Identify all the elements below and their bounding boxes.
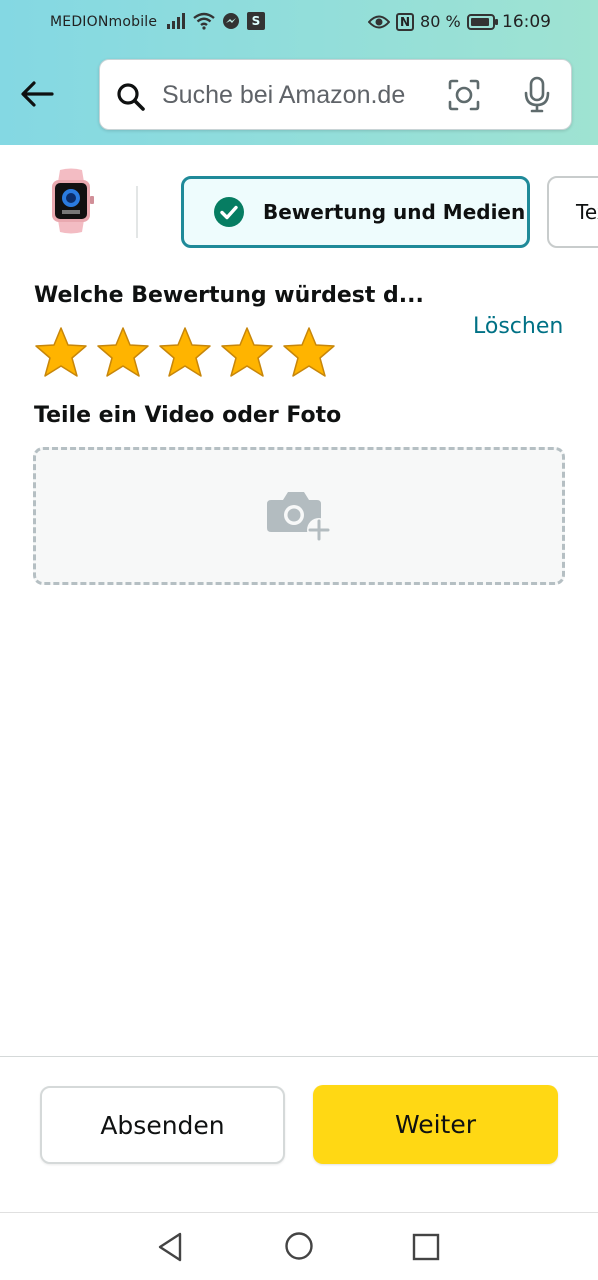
search-icon <box>117 83 145 111</box>
add-photo-icon <box>267 492 331 542</box>
back-arrow-icon <box>21 81 54 107</box>
search-input[interactable] <box>162 78 432 112</box>
smartwatch-image <box>52 168 94 234</box>
step-rating-media-label: Bewertung und Medien <box>263 200 526 224</box>
battery-icon <box>466 13 498 30</box>
bottom-divider <box>0 1056 598 1057</box>
steps-divider <box>136 186 138 238</box>
star-icon[interactable] <box>33 325 89 381</box>
camera-icon[interactable] <box>447 78 481 112</box>
next-button[interactable]: Weiter <box>313 1085 558 1164</box>
clear-rating-link[interactable]: Löschen <box>473 314 563 339</box>
media-section-title: Teile ein Video oder Foto <box>34 403 342 428</box>
back-button[interactable] <box>18 78 56 110</box>
clock: 16:09 <box>502 12 551 32</box>
submit-button[interactable]: Absenden <box>40 1086 285 1164</box>
battery-percent: 80 % <box>420 12 461 31</box>
nfc-icon: N <box>396 12 415 31</box>
star-icon[interactable] <box>95 325 151 381</box>
search-bar[interactable] <box>99 59 572 130</box>
rating-question: Welche Bewertung würdest d... <box>34 283 424 308</box>
wifi-icon <box>193 12 215 30</box>
nav-recent-icon[interactable] <box>412 1233 440 1261</box>
s-app-icon: S <box>247 12 265 30</box>
eye-icon <box>368 15 390 28</box>
signal-icon <box>167 13 185 29</box>
nav-home-icon[interactable] <box>284 1231 314 1261</box>
status-icons-right: N 80 % <box>368 12 499 31</box>
nav-back-icon[interactable] <box>155 1231 185 1263</box>
microphone-icon[interactable] <box>523 76 551 114</box>
step-rating-media[interactable]: Bewertung und Medien <box>181 176 530 248</box>
carrier-name: MEDIONmobile <box>50 14 158 30</box>
star-rating[interactable] <box>33 325 337 381</box>
star-icon[interactable] <box>281 325 337 381</box>
star-icon[interactable] <box>219 325 275 381</box>
product-thumbnail <box>40 168 102 234</box>
system-navigation-bar <box>0 1212 598 1280</box>
step-text[interactable]: Text <box>547 176 598 248</box>
check-circle-icon <box>214 197 244 227</box>
status-bar: MEDIONmobile S N 80 % 16:09 <box>0 0 598 46</box>
app-header: MEDIONmobile S N 80 % 16:09 Suche bei Am… <box>0 0 598 145</box>
messenger-icon <box>223 13 239 29</box>
status-icons-left: S <box>166 12 265 30</box>
star-icon[interactable] <box>157 325 213 381</box>
media-upload-area[interactable] <box>33 447 565 585</box>
step-text-label: Text <box>576 200 598 224</box>
